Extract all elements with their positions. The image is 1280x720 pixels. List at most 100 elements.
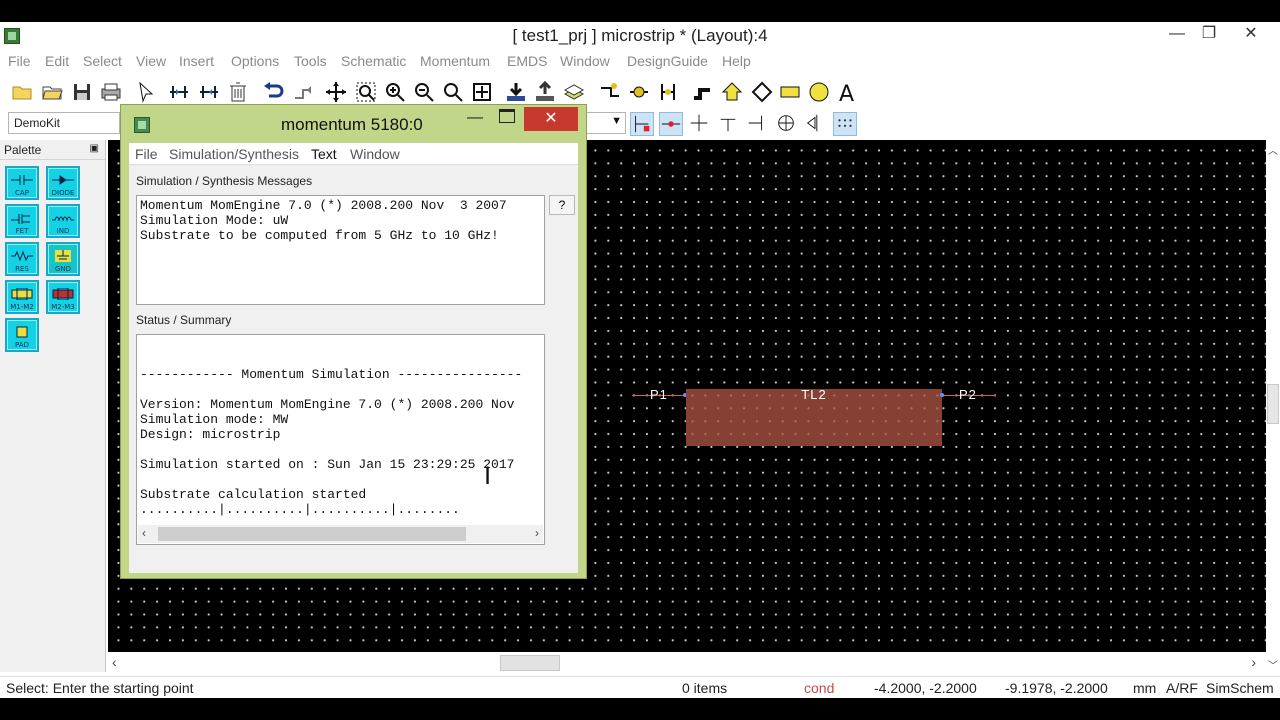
insert-trace-icon[interactable] [690, 80, 714, 104]
menu-designguide[interactable]: DesignGuide [627, 53, 708, 69]
insert-wire-icon[interactable] [598, 80, 622, 104]
dialog-menu-text[interactable]: Text [311, 146, 337, 162]
palette-item-gnd[interactable]: GND [46, 242, 80, 276]
zoom-area-icon[interactable] [354, 80, 378, 104]
menu-window[interactable]: Window [560, 53, 610, 69]
status-summary-textbox[interactable]: ------------ Momentum Simulation -------… [136, 334, 545, 545]
snap-intersection-icon[interactable] [688, 112, 712, 136]
print-icon[interactable] [99, 80, 123, 104]
open-folder-icon[interactable] [40, 80, 64, 104]
dialog-close-button[interactable]: ✕ [524, 107, 578, 131]
scroll-right-icon[interactable]: › [1251, 654, 1256, 670]
menu-emds[interactable]: EMDS [507, 53, 547, 69]
status-coord-2: -9.1978, -2.2000 [1005, 680, 1108, 696]
palette-item-res[interactable]: RES [5, 242, 39, 276]
zoom-prev-icon[interactable] [441, 80, 465, 104]
summary-scroll-thumb[interactable] [158, 527, 466, 541]
dialog-menu-simulation[interactable]: Simulation/Synthesis [169, 146, 299, 162]
minimize-button[interactable]: — [1160, 22, 1194, 48]
snap-edge-icon[interactable] [717, 112, 741, 136]
window-title: [ test1_prj ] microstrip * (Layout):4 [512, 26, 768, 45]
status-layer: cond [804, 680, 835, 696]
align-left-icon[interactable] [167, 80, 191, 104]
dialog-minimize-button[interactable]: — [467, 109, 483, 127]
dialog-menu-window[interactable]: Window [350, 146, 400, 162]
insert-polyline-icon[interactable] [750, 80, 774, 104]
menu-tools[interactable]: Tools [294, 53, 327, 69]
port-p2-label: P2 [959, 387, 977, 402]
messages-textbox[interactable]: Momentum MomEngine 7.0 (*) 2008.200 Nov … [136, 195, 545, 305]
snap-midpoint-icon[interactable] [659, 112, 683, 136]
library-combo[interactable]: DemoKit [8, 112, 120, 134]
close-button[interactable]: ✕ [1234, 22, 1268, 48]
palette-title: Palette [4, 143, 42, 157]
zoom-in-icon[interactable] [383, 80, 407, 104]
menu-select[interactable]: Select [83, 53, 122, 69]
scroll-left-icon[interactable]: ‹ [112, 654, 117, 670]
insert-rectangle-icon[interactable] [778, 80, 802, 104]
zoom-fit-icon[interactable] [470, 80, 494, 104]
summary-horizontal-scrollbar[interactable]: ‹ › [138, 525, 543, 543]
scroll-thumb-horizontal[interactable] [500, 655, 560, 671]
scroll-up-icon[interactable]: ︿ [1268, 142, 1278, 157]
menu-view[interactable]: View [136, 53, 166, 69]
palette-item-ind[interactable]: IND [46, 204, 80, 238]
restore-button[interactable]: ❐ [1192, 22, 1226, 48]
insert-circle-icon[interactable] [807, 80, 831, 104]
dialog-menu-bar: File Simulation/Synthesis Text Window [129, 143, 578, 165]
svg-text:A: A [839, 82, 854, 104]
palette-item-diode[interactable]: DIODE [46, 166, 80, 200]
help-button[interactable]: ? [549, 195, 575, 215]
delete-icon[interactable] [226, 80, 250, 104]
snap-arc-icon[interactable] [804, 112, 828, 136]
dialog-maximize-button[interactable] [499, 109, 515, 123]
upload-icon[interactable] [533, 80, 557, 104]
layers-icon[interactable] [562, 80, 586, 104]
dialog-menu-file[interactable]: File [135, 146, 158, 162]
port-p2-pin[interactable] [940, 393, 944, 397]
save-icon[interactable] [70, 80, 94, 104]
layer-combo[interactable]: ▼ [586, 112, 626, 134]
app-window: [ test1_prj ] microstrip * (Layout):4 — … [0, 22, 1280, 698]
scroll-left-icon[interactable]: ‹ [142, 526, 146, 541]
scroll-right-icon[interactable]: › [535, 526, 539, 541]
dialog-title: momentum 5180:0 [281, 115, 423, 134]
insert-via-icon[interactable] [656, 80, 680, 104]
menu-momentum[interactable]: Momentum [420, 53, 490, 69]
vertical-scrollbar[interactable]: ︿ ﹀ [1266, 140, 1280, 674]
snap-grid-icon[interactable] [833, 112, 857, 136]
snap-end-icon[interactable] [746, 112, 770, 136]
zoom-out-icon[interactable] [412, 80, 436, 104]
menu-options[interactable]: Options [231, 53, 279, 69]
dialog-title-bar: momentum 5180:0 — ✕ [121, 105, 586, 143]
palette-item-fet[interactable]: FET [5, 204, 39, 238]
move-icon[interactable] [324, 80, 348, 104]
insert-port-icon[interactable] [627, 80, 651, 104]
status-mode: A/RF [1166, 680, 1198, 696]
pin-icon[interactable]: ▣ [90, 143, 99, 154]
horizontal-scrollbar[interactable]: ‹ › [108, 652, 1266, 674]
menu-schematic[interactable]: Schematic [341, 53, 406, 69]
snap-center-icon[interactable] [775, 112, 799, 136]
scroll-thumb[interactable] [1267, 384, 1279, 424]
pointer-icon[interactable] [134, 80, 158, 104]
status-coord-1: -4.2000, -2.2000 [874, 680, 977, 696]
palette-item-m1-m2[interactable]: M1-M2 [5, 280, 39, 314]
menu-help[interactable]: Help [722, 53, 751, 69]
redo-icon[interactable] [291, 80, 315, 104]
new-folder-icon[interactable] [10, 80, 34, 104]
palette-item-cap[interactable]: CAP [5, 166, 39, 200]
insert-polygon-icon[interactable] [720, 80, 744, 104]
scroll-down-icon[interactable]: ﹀ [1268, 657, 1278, 672]
palette-item-m2-m3[interactable]: M2-M3 [46, 280, 80, 314]
snap-vertex-icon[interactable] [630, 112, 654, 136]
download-icon[interactable] [504, 80, 528, 104]
align-right-icon[interactable] [197, 80, 221, 104]
palette-item-pad[interactable]: PAD [5, 318, 39, 352]
menu-insert[interactable]: Insert [179, 53, 214, 69]
undo-icon[interactable] [261, 80, 285, 104]
dialog-app-icon [134, 117, 150, 133]
menu-edit[interactable]: Edit [45, 53, 69, 69]
insert-text-icon[interactable]: A [836, 80, 860, 107]
menu-file[interactable]: File [8, 53, 31, 69]
